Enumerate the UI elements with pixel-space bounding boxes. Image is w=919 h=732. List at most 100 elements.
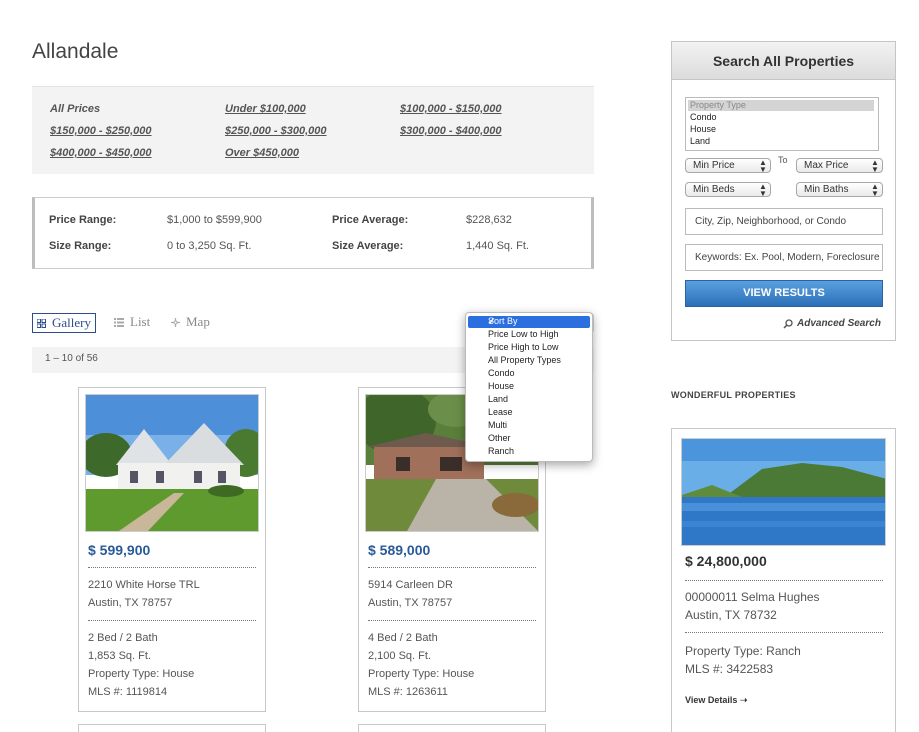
property-type-option[interactable]: House xyxy=(688,124,874,135)
price-range-value: $1,000 to $599,900 xyxy=(167,214,262,226)
listing-price[interactable]: $ 589,000 xyxy=(368,542,430,558)
listing-mls: MLS #: 1263611 xyxy=(368,686,448,698)
featured-type: Property Type: Ranch xyxy=(685,644,801,658)
to-label: To xyxy=(778,155,788,165)
sort-option-house[interactable]: House xyxy=(488,381,514,391)
divider xyxy=(88,620,256,621)
listing-sqft: 2,100 Sq. Ft. xyxy=(368,650,431,662)
updown-arrow-icon: ▲ ▼ xyxy=(871,158,879,174)
price-filter-250k-300k[interactable]: $250,000 - $300,000 xyxy=(225,125,327,137)
wonderful-properties-heading: WONDERFUL PROPERTIES xyxy=(671,390,796,400)
sort-option-multi[interactable]: Multi xyxy=(488,420,507,430)
advanced-search-link[interactable]: Advanced Search xyxy=(783,318,881,329)
listing-card-partial xyxy=(78,724,266,732)
sort-option-land[interactable]: Land xyxy=(488,394,508,404)
map-icon xyxy=(171,317,180,327)
featured-photo[interactable] xyxy=(681,438,886,546)
sort-option-lease[interactable]: Lease xyxy=(488,407,513,417)
listing-sqft: 1,853 Sq. Ft. xyxy=(88,650,151,662)
price-filter-under-100k[interactable]: Under $100,000 xyxy=(225,103,306,115)
max-price-select[interactable]: Max Price ▲ ▼ xyxy=(796,158,883,174)
view-details-label: View Details xyxy=(685,695,738,705)
property-type-option[interactable]: Condo xyxy=(688,112,874,123)
listing-address: 5914 Carleen DR xyxy=(368,579,453,591)
page-title: Allandale xyxy=(32,40,119,63)
featured-property-card[interactable]: $ 24,800,000 00000011 Selma Hughes Austi… xyxy=(671,428,896,732)
listing-beds-baths: 4 Bed / 2 Bath xyxy=(368,632,438,644)
price-filter-all[interactable]: All Prices xyxy=(50,103,100,115)
featured-address: 00000011 Selma Hughes xyxy=(685,590,820,604)
arrow-right-icon: ➝ xyxy=(739,695,748,705)
view-details-link[interactable]: View Details ➝ xyxy=(685,695,747,706)
updown-arrow-icon: ▲ ▼ xyxy=(759,182,767,198)
location-input[interactable]: City, Zip, Neighborhood, or Condo xyxy=(685,208,883,235)
search-panel-title: Search All Properties xyxy=(712,53,855,69)
gallery-view-toggle[interactable]: Gallery xyxy=(32,313,96,333)
sort-option-price-high-low[interactable]: Price High to Low xyxy=(488,342,559,352)
property-type-option[interactable]: Land xyxy=(688,136,874,147)
sort-option-other[interactable]: Other xyxy=(488,433,511,443)
listing-city: Austin, TX 78757 xyxy=(88,597,173,609)
listing-city: Austin, TX 78757 xyxy=(368,597,453,609)
size-range-label: Size Range: xyxy=(49,240,112,252)
listing-type: Property Type: House xyxy=(88,668,195,680)
price-filter-100k-150k[interactable]: $100,000 - $150,000 xyxy=(400,103,502,115)
sort-selected-label: Sort By xyxy=(488,316,518,326)
min-price-select[interactable]: Min Price ▲ ▼ xyxy=(685,158,771,174)
size-average-value: 1,440 Sq. Ft. xyxy=(466,240,529,252)
min-beds-select[interactable]: Min Beds ▲ ▼ xyxy=(685,182,771,198)
listing-photo[interactable] xyxy=(85,394,259,532)
divider xyxy=(88,567,256,568)
size-range-value: 0 to 3,250 Sq. Ft. xyxy=(167,240,252,252)
listing-price[interactable]: $ 599,900 xyxy=(88,542,150,558)
price-filter-over-450k[interactable]: Over $450,000 xyxy=(225,147,299,159)
price-filter-300k-400k[interactable]: $300,000 - $400,000 xyxy=(400,125,502,137)
divider xyxy=(368,620,536,621)
featured-price[interactable]: $ 24,800,000 xyxy=(685,553,767,569)
divider xyxy=(685,580,883,581)
sort-option-all-types[interactable]: All Property Types xyxy=(488,355,561,365)
lake-photo xyxy=(682,439,885,545)
house-photo-1 xyxy=(86,395,258,531)
list-view-label: List xyxy=(130,314,151,329)
grid-icon xyxy=(37,318,46,328)
list-view-toggle[interactable]: List xyxy=(114,314,150,330)
list-icon xyxy=(114,317,124,327)
stats-panel: Price Range: $1,000 to $599,900 Price Av… xyxy=(32,197,594,269)
property-type-placeholder[interactable]: Property Type xyxy=(688,100,874,111)
sort-option-ranch[interactable]: Ranch xyxy=(488,446,514,456)
price-average-label: Price Average: xyxy=(332,214,409,226)
sort-option-condo[interactable]: Condo xyxy=(488,368,515,378)
divider xyxy=(685,632,883,633)
divider xyxy=(368,567,536,568)
search-panel: Search All Properties Property Type Cond… xyxy=(671,41,896,341)
price-filter-400k-450k[interactable]: $400,000 - $450,000 xyxy=(50,147,152,159)
magnifier-icon xyxy=(783,318,793,329)
price-filter-150k-250k[interactable]: $150,000 - $250,000 xyxy=(50,125,152,137)
price-average-value: $228,632 xyxy=(466,214,512,226)
min-baths-select[interactable]: Min Baths ▲ ▼ xyxy=(796,182,883,198)
sort-option-selected[interactable]: ✓ Sort By xyxy=(468,316,590,328)
updown-arrow-icon: ▲ ▼ xyxy=(871,182,879,198)
view-results-button[interactable]: VIEW RESULTS xyxy=(685,280,883,307)
listing-mls: MLS #: 1119814 xyxy=(88,686,168,698)
price-filter-panel: All Prices Under $100,000 $100,000 - $15… xyxy=(32,86,594,174)
sort-option-price-low-high[interactable]: Price Low to High xyxy=(488,329,559,339)
min-price-label: Min Price xyxy=(693,160,735,171)
featured-mls: MLS #: 3422583 xyxy=(685,662,774,676)
keywords-input[interactable]: Keywords: Ex. Pool, Modern, Foreclosure xyxy=(685,244,883,271)
property-type-list[interactable]: Property Type Condo House Land xyxy=(685,97,879,151)
search-panel-header: Search All Properties xyxy=(672,42,895,80)
listing-card-partial xyxy=(358,724,546,732)
featured-city: Austin, TX 78732 xyxy=(685,608,777,622)
map-view-toggle[interactable]: Map xyxy=(171,314,210,330)
advanced-search-label: Advanced Search xyxy=(797,318,881,329)
sort-dropdown-menu[interactable]: ✓ Sort By Price Low to High Price High t… xyxy=(465,312,593,462)
listing-address: 2210 White Horse TRL xyxy=(88,579,200,591)
gallery-view-label: Gallery xyxy=(52,315,91,330)
size-average-label: Size Average: xyxy=(332,240,404,252)
listing-card[interactable]: $ 599,900 2210 White Horse TRL Austin, T… xyxy=(78,387,266,712)
max-price-label: Max Price xyxy=(804,160,849,171)
results-count: 1 – 10 of 56 xyxy=(45,353,98,364)
listing-beds-baths: 2 Bed / 2 Bath xyxy=(88,632,158,644)
